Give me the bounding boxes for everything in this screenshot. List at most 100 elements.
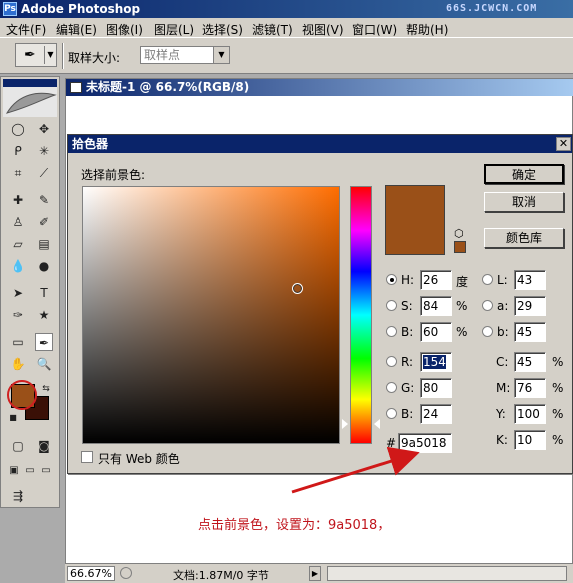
dialog-title-bar[interactable]: 拾色器 [68,135,572,153]
status-menu-arrow-icon[interactable]: ▶ [309,566,321,581]
notes-tool-icon[interactable]: ▭ [9,333,27,351]
ok-button[interactable]: 确定 [484,164,564,184]
cyan-label: C: [496,355,509,369]
healing-brush-tool-icon[interactable]: ✚ [9,191,27,209]
magenta-input[interactable]: 76 [514,378,546,398]
slice-tool-icon[interactable]: ⟋ [35,164,53,182]
eyedropper-tool-icon[interactable]: ✒ [35,333,53,351]
shape-tool-icon[interactable]: ★ [35,306,53,324]
lab-l-input[interactable]: 43 [514,270,546,290]
menu-select[interactable]: 选择(S) [202,21,243,38]
saturation-brightness-field[interactable] [82,186,340,444]
color-marker[interactable] [292,283,304,295]
zoom-tool-icon[interactable]: 🔍 [35,355,53,373]
green-label: G: [401,381,415,395]
sample-size-value: 取样点 [144,48,181,62]
lab-a-input[interactable]: 29 [514,296,546,316]
brightness-unit: % [456,325,468,339]
app-title: Adobe Photoshop [21,2,141,16]
dropdown-arrow-icon[interactable]: ▼ [44,46,56,64]
color-picker-dialog: 拾色器 ✕ 选择前景色: ⬡ 确定 取消 颜色库 H: 26 度 S: 84 %… [67,134,573,474]
menu-layer[interactable]: 图层(L) [154,21,194,38]
black-input[interactable]: 10 [514,430,546,450]
type-tool-icon[interactable]: T [35,284,53,302]
menu-edit[interactable]: 编辑(E) [56,21,97,38]
web-colors-only-checkbox[interactable] [81,451,93,463]
cancel-button[interactable]: 取消 [484,192,564,212]
hand-tool-icon[interactable]: ✋ [9,355,27,373]
red-radio[interactable] [386,356,397,367]
menu-image[interactable]: 图像(I) [106,21,143,38]
hue-input[interactable]: 26 [420,270,452,290]
move-tool-icon[interactable]: ✥ [35,120,53,138]
lab-b-radio[interactable] [482,326,493,337]
hue-unit: 度 [456,275,469,289]
zoom-level-field[interactable]: 66.67% [67,566,115,581]
hue-slider[interactable] [350,186,372,444]
annotation-arrow-icon [291,446,420,494]
tool-preset-picker[interactable]: ✒ ▼ [15,43,57,67]
saturation-input[interactable]: 84 [420,296,452,316]
toolbox-header[interactable] [3,79,57,87]
blur-tool-icon[interactable]: 💧 [9,257,27,275]
clone-stamp-tool-icon[interactable]: ♙ [9,213,27,231]
lab-l-radio[interactable] [482,274,493,285]
green-input[interactable]: 80 [420,378,452,398]
brush-tool-icon[interactable]: ✎ [35,191,53,209]
crop-tool-icon[interactable]: ⌗ [9,164,27,182]
cyan-input[interactable]: 45 [514,352,546,372]
red-input[interactable]: 154 [420,352,452,372]
web-safe-color-swatch[interactable] [454,241,466,253]
chevron-down-icon[interactable]: ▼ [213,47,229,63]
lab-b-input[interactable]: 45 [514,322,546,342]
eraser-tool-icon[interactable]: ▱ [9,235,27,253]
web-safe-cube-icon[interactable]: ⬡ [454,227,464,240]
default-colors-icon[interactable]: ■ [4,409,22,427]
horizontal-scrollbar[interactable] [327,566,567,581]
document-title: 未标题-1 @ 66.7%(RGB/8) [86,80,250,94]
green-radio[interactable] [386,382,397,393]
quick-mask-mode-icon[interactable]: ◙ [35,437,53,455]
yellow-label: Y: [496,407,506,421]
screen-mode-full-icon[interactable]: ▭ [37,462,55,480]
menu-file[interactable]: 文件(F) [6,21,46,38]
document-title-bar[interactable]: 未标题-1 @ 66.7%(RGB/8) [66,79,573,96]
watermark: 66S.JCWCN.COM [446,3,538,14]
color-libraries-button[interactable]: 颜色库 [484,228,564,248]
magic-wand-tool-icon[interactable]: ✳ [35,142,53,160]
menu-help[interactable]: 帮助(H) [406,21,448,38]
hue-radio[interactable] [386,274,397,285]
blue-radio[interactable] [386,408,397,419]
gradient-tool-icon[interactable]: ▤ [35,235,53,253]
menu-window[interactable]: 窗口(W) [352,21,397,38]
brightness-input[interactable]: 60 [420,322,452,342]
sample-size-select[interactable]: 取样点 ▼ [140,46,230,64]
brightness-radio[interactable] [386,326,397,337]
hue-slider-right-arrow-icon[interactable] [374,418,380,429]
history-brush-tool-icon[interactable]: ✐ [35,213,53,231]
brightness-label: B: [401,325,414,339]
hue-slider-left-arrow-icon[interactable] [342,418,348,429]
lab-a-radio[interactable] [482,300,493,311]
menu-filter[interactable]: 滤镜(T) [252,21,293,38]
menu-view[interactable]: 视图(V) [302,21,344,38]
magenta-label: M: [496,381,511,395]
sample-size-label: 取样大小: [68,51,121,65]
feather-logo-icon[interactable] [3,87,57,117]
pen-tool-icon[interactable]: ✑ [9,306,27,324]
standard-mode-icon[interactable]: ▢ [9,437,27,455]
status-bar: 66.67% 文档:1.87M/0 字节 ▶ [65,563,573,583]
blue-input[interactable]: 24 [420,404,452,424]
dodge-tool-icon[interactable]: ● [35,257,53,275]
status-icon[interactable] [120,567,132,579]
blue-label: B: [401,407,414,421]
close-icon[interactable]: ✕ [556,137,571,151]
lasso-tool-icon[interactable]: ᑭ [9,142,27,160]
lab-l-label: L: [497,273,508,287]
path-selection-tool-icon[interactable]: ➤ [9,284,27,302]
yellow-unit: % [552,407,564,421]
marquee-tool-icon[interactable]: ◯ [9,120,27,138]
jump-to-imageready-icon[interactable]: ⇶ [9,487,27,505]
yellow-input[interactable]: 100 [514,404,546,424]
saturation-radio[interactable] [386,300,397,311]
